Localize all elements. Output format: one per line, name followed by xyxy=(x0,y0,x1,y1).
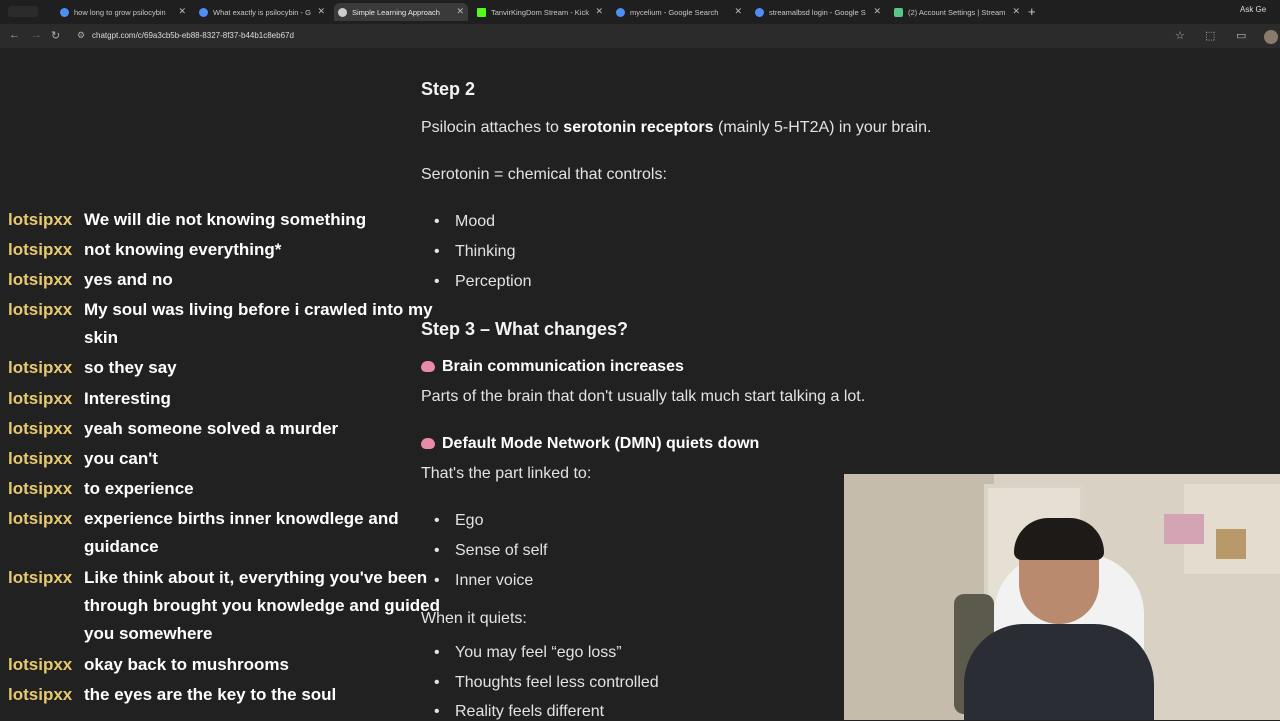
list-item-text: Thoughts feel less controlled xyxy=(455,674,659,691)
chat-text: Like think about it, everything you've b… xyxy=(84,568,441,643)
chat-text: My soul was living before i crawled into… xyxy=(84,300,433,347)
bookmark-star-icon[interactable]: ☆ xyxy=(1175,29,1185,42)
chat-username: lotsipxx xyxy=(8,300,73,319)
step2-post: (mainly 5-HT2A) in your brain. xyxy=(713,119,932,136)
chat-message: lotsipxx Like think about it, everything … xyxy=(8,564,459,648)
close-tab-icon[interactable]: ✕ xyxy=(734,6,742,17)
ask-gemini-button[interactable]: Ask Ge xyxy=(1240,5,1266,14)
profile-avatar[interactable] xyxy=(1264,30,1278,44)
chat-text: so they say xyxy=(84,358,177,377)
chat-username: lotsipxx xyxy=(8,449,73,468)
webcam-wall-art xyxy=(1216,529,1246,559)
chat-message: lotsipxx you can't xyxy=(8,445,459,473)
chat-text: to experience xyxy=(84,479,194,498)
chat-message: lotsipxx okay back to mushrooms xyxy=(8,651,459,679)
step2-bold: serotonin receptors xyxy=(563,119,714,136)
kick-favicon-icon xyxy=(477,7,486,17)
chat-message: lotsipxx We will die not knowing somethin… xyxy=(8,206,459,234)
chat-message: lotsipxx Interesting xyxy=(8,385,459,413)
new-tab-icon[interactable]: + xyxy=(1028,4,1036,19)
chat-text: okay back to mushrooms xyxy=(84,655,290,674)
webcam-wall-art xyxy=(1164,514,1204,544)
google-favicon-icon xyxy=(616,7,625,17)
dmn-heading-text: Default Mode Network (DMN) quiets down xyxy=(442,435,760,452)
chat-text: Interesting xyxy=(84,389,171,408)
chat-username: lotsipxx xyxy=(8,685,73,704)
sidepanel-icon[interactable]: ▭ xyxy=(1236,29,1246,42)
chat-text: you can't xyxy=(84,449,158,468)
chat-username: lotsipxx xyxy=(8,655,73,674)
chat-text: experience births inner knowdlege and gu… xyxy=(84,509,399,556)
tab-3[interactable]: TanvirKingDom Stream - Kick ✕ xyxy=(473,3,607,21)
chat-username: lotsipxx xyxy=(8,509,73,528)
tab-title: mycelium - Google Search xyxy=(630,7,719,17)
tab-5[interactable]: streamalbsd login - Google S ✕ xyxy=(751,3,885,21)
brain-heading-text: Brain communication increases xyxy=(442,358,684,375)
tab-6[interactable]: (2) Account Settings | Stream ✕ xyxy=(890,3,1024,21)
webcam-person-hair xyxy=(1014,518,1104,560)
tab-title: (2) Account Settings | Stream xyxy=(908,7,1006,17)
streamlabs-favicon-icon xyxy=(894,7,903,17)
chat-message: lotsipxx experience births inner knowdleg… xyxy=(8,505,459,561)
chat-message: lotsipxx not knowing everything* xyxy=(8,236,459,264)
chat-username: lotsipxx xyxy=(8,358,73,377)
chat-username: lotsipxx xyxy=(8,479,73,498)
tab-title: TanvirKingDom Stream - Kick xyxy=(491,7,589,17)
chat-message: lotsipxx so they say xyxy=(8,354,459,382)
chat-username: lotsipxx xyxy=(8,568,73,587)
tab-title: streamalbsd login - Google S xyxy=(769,7,866,17)
chat-message: lotsipxx the eyes are the key to the soul xyxy=(8,681,459,709)
close-tab-icon[interactable]: ✕ xyxy=(1012,6,1020,17)
chat-text: yes and no xyxy=(84,270,173,289)
tab-4[interactable]: mycelium - Google Search ✕ xyxy=(612,3,746,21)
stream-chat-overlay: lotsipxx We will die not knowing somethin… xyxy=(0,0,470,720)
chat-text: the eyes are the key to the soul xyxy=(84,685,337,704)
close-tab-icon[interactable]: ✕ xyxy=(595,6,603,17)
brain-text: Parts of the brain that don't usually ta… xyxy=(421,388,866,405)
close-tab-icon[interactable]: ✕ xyxy=(873,6,881,17)
list-item-text: Reality feels different xyxy=(455,703,605,720)
dmn-heading: Default Mode Network (DMN) quiets down xyxy=(421,435,759,453)
step2-text: Psilocin attaches to serotonin receptors… xyxy=(421,119,931,137)
chat-username: lotsipxx xyxy=(8,210,73,229)
chat-text: yeah someone solved a murder xyxy=(84,419,339,438)
chat-username: lotsipxx xyxy=(8,240,73,259)
webcam-person-body xyxy=(964,624,1154,720)
extensions-icon[interactable]: ⬚ xyxy=(1205,29,1215,42)
chat-text: not knowing everything* xyxy=(84,240,282,259)
chat-message: lotsipxx My soul was living before i craw… xyxy=(8,296,459,352)
chat-username: lotsipxx xyxy=(8,270,73,289)
chat-username: lotsipxx xyxy=(8,389,73,408)
chat-username: lotsipxx xyxy=(8,419,73,438)
list-item-text: You may feel “ego loss” xyxy=(455,644,622,661)
chat-message: lotsipxx yeah someone solved a murder xyxy=(8,415,459,443)
webcam-overlay xyxy=(844,474,1280,720)
google-favicon-icon xyxy=(755,7,764,17)
chat-message: lotsipxx yes and no xyxy=(8,266,459,294)
chat-message: lotsipxx to experience xyxy=(8,475,459,503)
chat-text: We will die not knowing something xyxy=(84,210,367,229)
